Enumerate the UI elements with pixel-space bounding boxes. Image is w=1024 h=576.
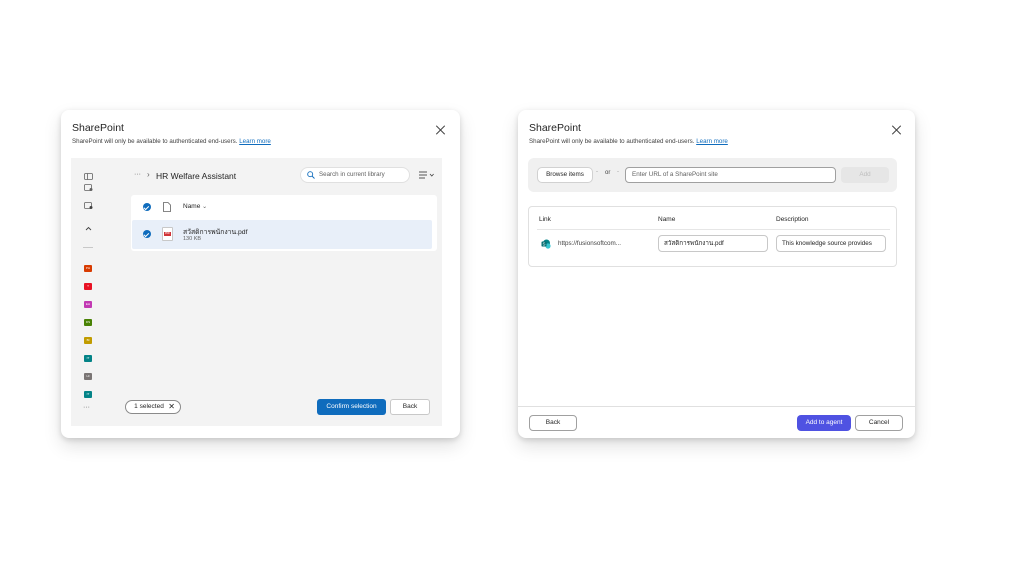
name-column-label: Name <box>183 203 201 210</box>
close-icon[interactable] <box>435 125 445 135</box>
header-divider <box>537 229 890 230</box>
learn-more-link[interactable]: Learn more <box>239 138 271 145</box>
file-row[interactable]: PDF สวัสดิการพนักงาน.pdf 130 KB <box>132 220 432 249</box>
sharepoint-picker-dialog: SharePoint SharePoint will only be avail… <box>61 110 460 438</box>
breadcrumb-ellipsis[interactable]: ··· <box>134 171 141 178</box>
svg-text:S: S <box>542 242 545 247</box>
sort-chevron-icon: ⌄ <box>202 204 208 210</box>
dialog-title: SharePoint <box>72 122 124 134</box>
back-button[interactable]: Back <box>529 415 577 431</box>
source-link[interactable]: https://fusionsoftcom... <box>558 240 621 247</box>
site-tile[interactable]: DS <box>84 319 92 326</box>
file-size: 130 KB <box>183 236 202 242</box>
sharepoint-url-input[interactable]: Enter URL of a SharePoint site <box>625 167 836 183</box>
confirm-selection-button[interactable]: Confirm selection <box>317 399 386 415</box>
selected-count-chip[interactable]: 1 selected ✕ <box>125 400 181 414</box>
source-description-input[interactable]: This knowledge source provides <box>776 235 886 252</box>
breadcrumb-current: HR Welfare Assistant <box>156 171 237 181</box>
collapse-chevron-icon[interactable] <box>84 225 93 232</box>
add-url-button[interactable]: Add <box>841 167 889 183</box>
site-tile[interactable]: T <box>84 283 92 290</box>
divider-dash: - <box>617 169 619 175</box>
file-list: Name ⌄ PDF สวัสดิการพนักงาน.pdf 130 KB <box>131 195 437 251</box>
pdf-file-icon: PDF <box>162 227 173 241</box>
file-type-icon <box>163 202 171 212</box>
recent-icon[interactable] <box>84 173 93 180</box>
add-to-agent-button[interactable]: Add to agent <box>797 415 851 431</box>
or-label: or <box>605 170 611 176</box>
url-entry-panel: Browse items - or - Enter URL of a Share… <box>528 158 897 192</box>
learn-more-link[interactable]: Learn more <box>696 138 728 145</box>
column-header-name: Name <box>658 216 676 223</box>
sharepoint-add-dialog: SharePoint SharePoint will only be avail… <box>518 110 915 438</box>
divider-dash: - <box>596 169 598 175</box>
dialog-subtitle-text: SharePoint will only be available to aut… <box>529 138 695 145</box>
pinned-library-icon[interactable] <box>84 202 93 209</box>
pdf-badge: PDF <box>164 232 171 236</box>
site-tile[interactable]: EH <box>84 301 92 308</box>
site-tile[interactable]: HI <box>84 373 92 380</box>
dialog-subtitle-text: SharePoint will only be available to aut… <box>72 138 238 145</box>
list-view-icon[interactable] <box>419 171 435 179</box>
browse-items-button[interactable]: Browse items <box>537 167 593 183</box>
selected-count-label: 1 selected <box>134 403 164 410</box>
back-button[interactable]: Back <box>390 399 430 415</box>
knowledge-source-table: Link Name Description S https://fusionso… <box>528 206 897 267</box>
name-column-header[interactable]: Name ⌄ <box>183 203 207 210</box>
search-placeholder: Search in current library <box>319 171 385 178</box>
source-name-input[interactable]: สวัสดิการพนักงาน.pdf <box>658 235 768 252</box>
site-tile[interactable]: BI <box>84 337 92 344</box>
site-tile[interactable]: IT <box>84 355 92 362</box>
cancel-button[interactable]: Cancel <box>855 415 903 431</box>
sites-rail: PH T EH DS BI IT HI IT ··· <box>71 158 107 426</box>
sharepoint-icon: S <box>541 239 551 249</box>
dialog-subtitle: SharePoint will only be available to aut… <box>72 138 271 145</box>
search-input[interactable]: Search in current library <box>300 167 410 183</box>
row-checkbox[interactable] <box>143 230 151 238</box>
more-sites-button[interactable]: ··· <box>83 404 90 411</box>
dialog-title: SharePoint <box>529 122 581 134</box>
library-icon[interactable] <box>84 184 93 191</box>
file-picker: PH T EH DS BI IT HI IT ··· ··· › HR Welf… <box>71 158 442 426</box>
breadcrumb-separator: › <box>147 170 150 179</box>
footer-divider <box>518 406 915 407</box>
column-header-description: Description <box>776 216 809 223</box>
site-tile[interactable]: IT <box>84 391 92 398</box>
clear-selection-icon[interactable]: ✕ <box>168 401 175 413</box>
search-icon <box>307 171 315 179</box>
site-tile[interactable]: PH <box>84 265 92 272</box>
rail-divider <box>83 247 93 248</box>
column-header-link: Link <box>539 216 551 223</box>
select-all-checkbox[interactable] <box>143 203 151 211</box>
close-icon[interactable] <box>891 125 901 135</box>
dialog-subtitle: SharePoint will only be available to aut… <box>529 138 728 145</box>
